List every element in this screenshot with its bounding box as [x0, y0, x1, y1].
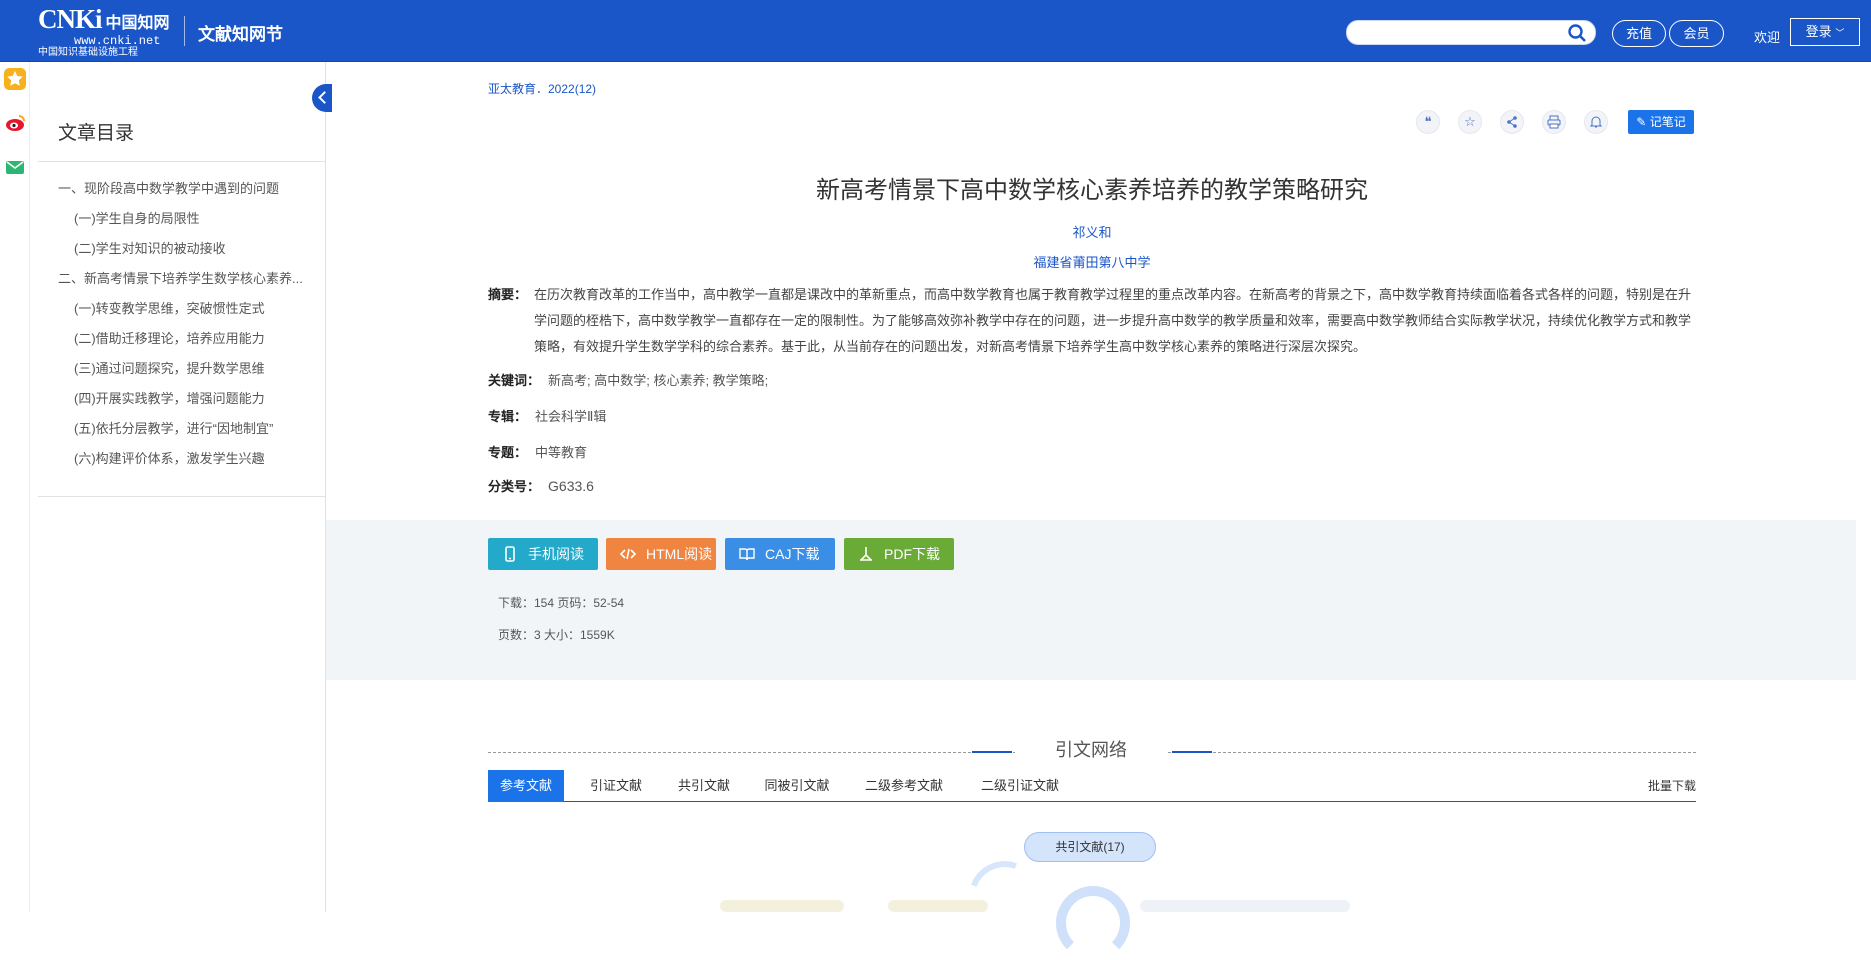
- mobile-read-label: 手机阅读: [528, 546, 584, 562]
- welcome-text: 欢迎: [1754, 30, 1781, 45]
- graph-arrow: [970, 850, 1018, 898]
- weibo-icon[interactable]: [4, 112, 26, 134]
- logo-sub: 中国知识基础设施工程: [38, 47, 138, 58]
- organization-link[interactable]: 福建省莆田第八中学: [488, 252, 1696, 271]
- logo-url: www.cnki.net: [74, 34, 161, 48]
- tab-second-references[interactable]: 二级参考文献: [852, 770, 956, 802]
- author-link[interactable]: 祁义和: [488, 222, 1696, 241]
- graph-node-partial: [888, 900, 988, 912]
- keywords-label: 关键词：: [488, 373, 541, 388]
- tab-co-cited[interactable]: 同被引文献: [752, 770, 842, 802]
- divider: [38, 496, 326, 497]
- citation-network-title-text: 引文网络: [1015, 740, 1167, 760]
- caj-download-label: CAJ下载: [765, 546, 820, 562]
- take-note-button[interactable]: ✎ 记笔记: [1628, 110, 1694, 134]
- citation-tabs: 参考文献 引证文献 共引文献 同被引文献 二级参考文献 二级引证文献 批量下载: [488, 770, 1696, 802]
- toc-item[interactable]: (四)开展实践教学，增强问题能力: [58, 384, 318, 414]
- abstract-text: 在历次教育改革的工作当中，高中教学一直都是课改中的革新重点，而高中数学教育也属于…: [534, 287, 1692, 354]
- star-outline-icon[interactable]: ☆: [1458, 110, 1482, 134]
- toc-item[interactable]: (五)依托分层教学，进行“因地制宜”: [58, 414, 318, 444]
- tab-co-citing[interactable]: 共引文献: [666, 770, 742, 802]
- logo-cn: 中国知网: [105, 15, 170, 32]
- chevron-down-icon: ﹀: [1835, 28, 1845, 38]
- toc-item[interactable]: (六)构建评价体系，激发学生兴趣: [58, 444, 318, 474]
- note-label: 记笔记: [1649, 115, 1686, 129]
- bell-icon[interactable]: [1584, 110, 1608, 134]
- quote-icon[interactable]: ❝: [1416, 110, 1440, 134]
- login-button[interactable]: 登录 ﹀: [1790, 18, 1860, 46]
- graph-center-ring: [1056, 886, 1130, 960]
- toc-item[interactable]: (一)转变教学思维，突破惯性定式: [58, 294, 318, 324]
- pdf-icon: [860, 547, 872, 561]
- top-bar: CNKi 中国知网 www.cnki.net 中国知识基础设施工程 文献知网节 充…: [0, 0, 1871, 62]
- graph-node-partial: [720, 900, 844, 912]
- toc-list: 一、现阶段高中数学教学中遇到的问题 (一)学生自身的局限性 (二)学生对知识的被…: [58, 174, 318, 474]
- class-row: 分类号： G633.6: [488, 476, 594, 495]
- topic-row: 专题： 中等教育: [488, 442, 587, 461]
- topic-value: 中等教育: [535, 445, 588, 460]
- logo-text: CNKi: [38, 4, 102, 34]
- share-icon[interactable]: [1500, 110, 1524, 134]
- mail-icon[interactable]: [4, 156, 26, 178]
- search-icon[interactable]: [1567, 23, 1587, 43]
- page-size-info: 页数：3 大小：1559K: [498, 628, 615, 642]
- login-label: 登录: [1805, 24, 1832, 39]
- left-rail: [0, 0, 30, 912]
- toc-item[interactable]: 二、新高考情景下培养学生数学核心素养...: [58, 264, 318, 294]
- html-read-label: HTML阅读: [646, 546, 713, 562]
- citation-network-title: 引文网络: [326, 736, 1856, 762]
- caj-download-button[interactable]: CAJ下载: [725, 538, 835, 570]
- keywords-row: 关键词： 新高考; 高中数学; 核心素养; 教学策略;: [488, 370, 768, 389]
- journal-source-link[interactable]: 亚太教育．2022(12): [488, 80, 596, 97]
- toc-item[interactable]: 一、现阶段高中数学教学中遇到的问题: [58, 174, 318, 204]
- tab-references[interactable]: 参考文献: [488, 770, 564, 802]
- mobile-read-button[interactable]: 手机阅读: [488, 538, 598, 570]
- series-label: 专辑：: [488, 409, 528, 424]
- member-button[interactable]: 会员: [1669, 20, 1724, 47]
- class-label: 分类号：: [488, 479, 541, 494]
- toc-item[interactable]: (三)通过问题探究，提升数学思维: [58, 354, 318, 384]
- pdf-download-label: PDF下载: [884, 546, 940, 562]
- site-name[interactable]: 文献知网节: [198, 20, 283, 45]
- pdf-download-button[interactable]: PDF下载: [844, 538, 954, 570]
- toc-item[interactable]: (二)学生对知识的被动接收: [58, 234, 318, 264]
- graph-toolbar-partial: [1140, 900, 1350, 912]
- toc-item[interactable]: (二)借助迁移理论，培养应用能力: [58, 324, 318, 354]
- download-count: 下载：154 页码：52-54: [498, 596, 625, 610]
- print-icon[interactable]: [1542, 110, 1566, 134]
- recharge-button[interactable]: 充值: [1612, 20, 1666, 47]
- tab-second-citing[interactable]: 二级引证文献: [968, 770, 1072, 802]
- bulk-download-link[interactable]: 批量下载: [1648, 770, 1696, 802]
- series-value: 社会科学Ⅱ辑: [535, 409, 607, 424]
- collapse-sidebar-button[interactable]: [312, 84, 332, 112]
- toc-sidebar: 文章目录 一、现阶段高中数学教学中遇到的问题 (一)学生自身的局限性 (二)学生…: [38, 62, 326, 912]
- phone-icon: [505, 546, 515, 562]
- tab-citing[interactable]: 引证文献: [578, 770, 654, 802]
- search-box[interactable]: [1346, 20, 1596, 45]
- series-row: 专辑： 社会科学Ⅱ辑: [488, 406, 606, 425]
- toc-title: 文章目录: [58, 123, 135, 144]
- abstract: 摘要： 在历次教育改革的工作当中，高中教学一直都是课改中的革新重点，而高中数学教…: [488, 282, 1696, 360]
- search-input[interactable]: [1359, 21, 1559, 44]
- html-read-button[interactable]: HTML阅读: [606, 538, 716, 570]
- article-title: 新高考情景下高中数学核心素养培养的教学策略研究: [816, 177, 1368, 204]
- co-citing-node[interactable]: 共引文献(17): [1024, 832, 1156, 862]
- book-icon: [739, 548, 755, 561]
- code-icon: [620, 548, 636, 560]
- divider: [38, 161, 326, 162]
- pencil-icon: ✎: [1636, 115, 1647, 129]
- abstract-label: 摘要：: [488, 287, 528, 302]
- topic-label: 专题：: [488, 445, 528, 460]
- class-value: G633.6: [548, 478, 594, 494]
- cnki-logo[interactable]: CNKi 中国知网 www.cnki.net 中国知识基础设施工程: [38, 6, 170, 58]
- toc-item[interactable]: (一)学生自身的局限性: [58, 204, 318, 234]
- brand-divider: [184, 16, 185, 46]
- star-icon[interactable]: [4, 68, 26, 90]
- keywords-links[interactable]: 新高考; 高中数学; 核心素养; 教学策略;: [548, 373, 768, 388]
